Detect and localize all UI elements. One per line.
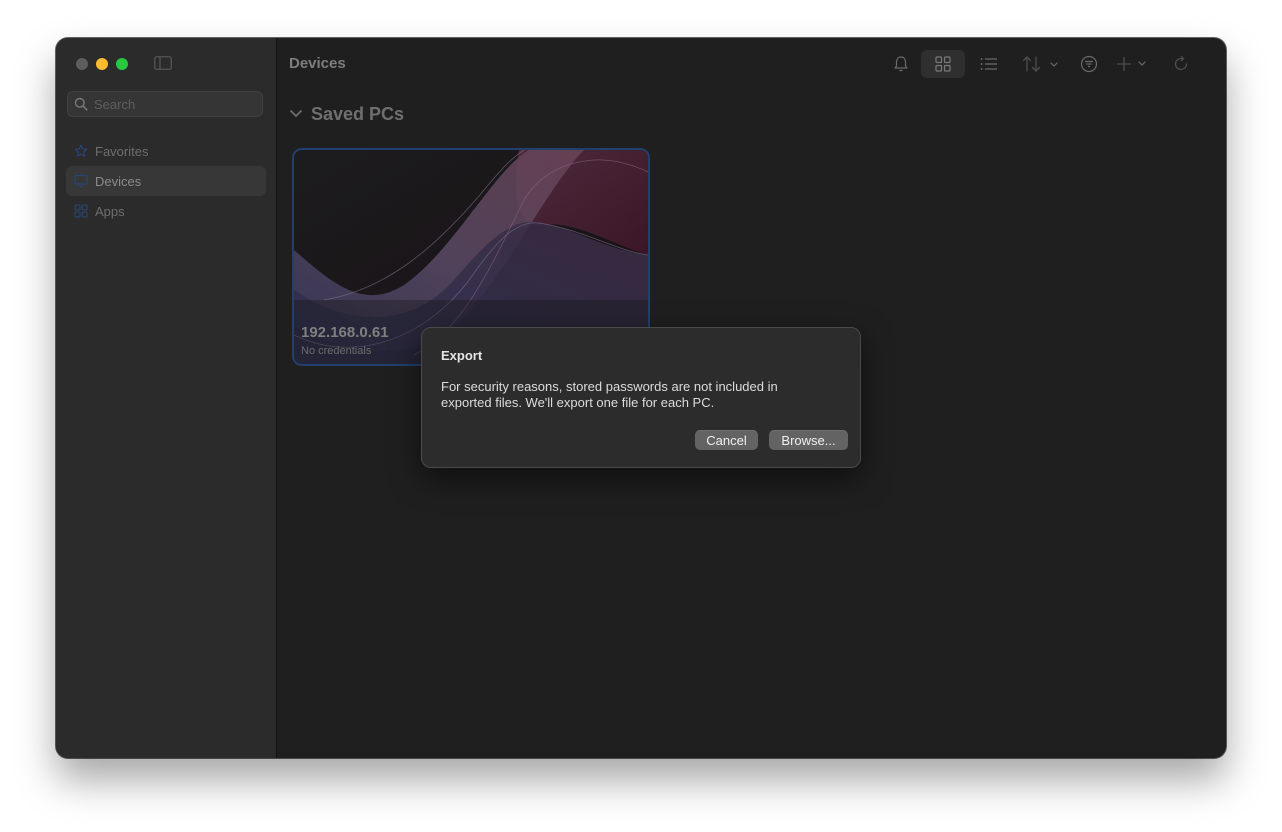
- browse-button[interactable]: Browse...: [769, 430, 848, 450]
- monitor-icon: [74, 174, 88, 188]
- sidebar-toggle-icon[interactable]: [154, 56, 172, 70]
- sidebar-item-apps[interactable]: Apps: [66, 196, 266, 226]
- page-title: Devices: [289, 55, 346, 72]
- sidebar-item-label: Apps: [95, 203, 125, 219]
- search-icon: [74, 97, 88, 111]
- sidebar-item-favorites[interactable]: Favorites: [66, 136, 266, 166]
- sidebar-item-devices[interactable]: Devices: [66, 166, 266, 196]
- refresh-icon[interactable]: [1166, 50, 1196, 78]
- minimize-window-button[interactable]: [96, 58, 108, 70]
- close-window-button[interactable]: [76, 58, 88, 70]
- filter-icon[interactable]: [1074, 50, 1104, 78]
- dialog-message: For security reasons, stored passwords a…: [441, 379, 778, 410]
- toolbar: [886, 50, 1226, 78]
- sidebar-nav: Favorites Devices Apps: [66, 136, 266, 226]
- sidebar-item-label: Favorites: [95, 143, 149, 159]
- star-icon: [74, 144, 88, 158]
- apps-grid-icon: [74, 204, 88, 218]
- zoom-window-button[interactable]: [116, 58, 128, 70]
- device-credentials-status: No credentials: [301, 345, 372, 357]
- chevron-down-icon[interactable]: [289, 106, 303, 124]
- export-dialog: Export For security reasons, stored pass…: [421, 327, 861, 468]
- device-name: 192.168.0.61: [301, 324, 389, 341]
- sidebar: Search Favorites Devices Apps: [56, 38, 277, 758]
- section-title: Saved PCs: [311, 104, 405, 124]
- window-controls: [76, 58, 128, 70]
- search-field[interactable]: Search: [67, 91, 263, 117]
- search-placeholder: Search: [94, 97, 136, 112]
- section-header-saved-pcs[interactable]: Saved PCs: [289, 104, 404, 125]
- dialog-title: Export: [441, 348, 483, 363]
- cancel-button[interactable]: Cancel: [695, 430, 758, 450]
- list-view-icon[interactable]: [974, 50, 1004, 78]
- bell-icon[interactable]: [886, 50, 916, 78]
- add-icon[interactable]: [1112, 50, 1156, 78]
- sidebar-item-label: Devices: [95, 173, 142, 189]
- sort-icon[interactable]: [1020, 50, 1064, 78]
- grid-view-icon[interactable]: [921, 50, 965, 78]
